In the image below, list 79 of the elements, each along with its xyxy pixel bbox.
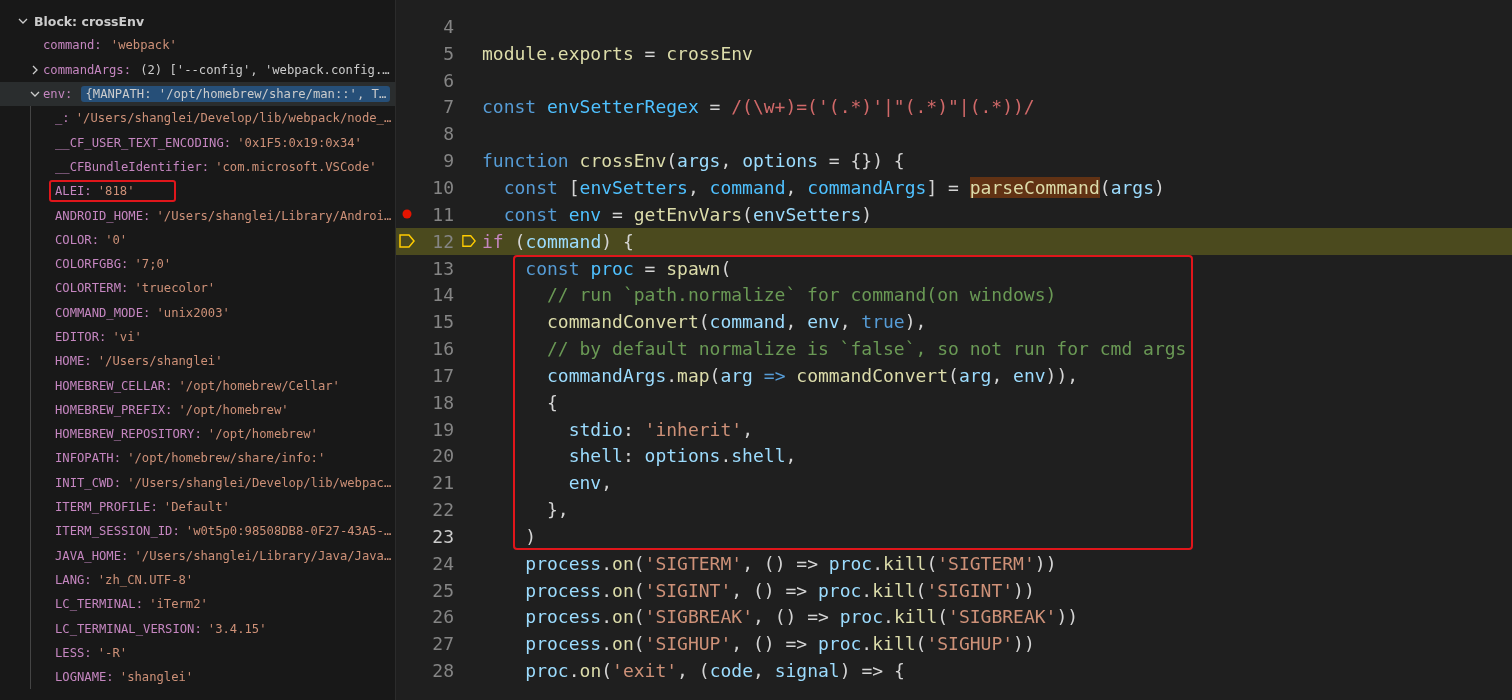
line-number: 15 [431,311,454,333]
variable-row[interactable]: LANG: 'zh_CN.UTF-8' [49,568,200,591]
debug-pointer-icon [399,234,415,249]
code-line: }, [546,499,569,521]
variable-row[interactable]: HOMEBREW_PREFIX: '/opt/homebrew' [49,398,295,421]
line-number: 26 [431,606,454,628]
line-number: 21 [431,472,454,494]
code-line: // by default normalize is `false`, so not run for cmd args [546,338,1187,360]
line-number: 14 [431,284,454,306]
variable-row[interactable]: HOMEBREW_CELLAR: '/opt/homebrew/Cellar' [49,374,346,397]
variable-row[interactable]: ITERM_SESSION_ID: 'w0t5p0:98508DB8-0F27-43A5-… [49,520,398,543]
scope-row[interactable]: Block: crossEnv [0,9,395,34]
code-line: const [envSetters, command, commandArgs] = parseCommand(args) [502,177,1165,198]
line-number: 24 [431,552,454,574]
variable-row[interactable]: COLORFGBG: '7;0' [49,253,178,276]
code-line: { [546,391,558,413]
code-line: env, [567,472,613,494]
code-line: process.on('SIGHUP', () => proc.kill('SIGHUP')) [524,633,1035,655]
variable-row[interactable]: JAVA_HOME: '/Users/shanglei/Library/Java/Java… [49,544,398,567]
code-line: commandConvert(command, env, true), [546,311,927,333]
line-number: 10 [431,177,454,198]
line-number: 6 [442,69,454,91]
variable-row[interactable]: env: {MANPATH: '/opt/homebrew/share/man::', T… [0,81,395,107]
variable-row[interactable]: __CFBundleIdentifier: 'com.microsoft.VSCode' [49,155,383,178]
variable-row[interactable]: INIT_CWD: '/Users/shanglei/Develop/lib/webpac… [49,471,398,494]
variable-row[interactable]: LC_TERMINAL: 'iTerm2' [49,593,214,616]
line-number: 23 [431,525,454,547]
code-line: const env = getEnvVars(envSetters) [502,203,873,225]
debug-pointer-icon [462,234,476,249]
code-line: commandArgs.map(arg => commandConvert(arg, env)), [546,364,1079,386]
line-number: 11 [431,203,454,225]
variable-row[interactable]: __CF_USER_TEXT_ENCODING: '0x1F5:0x19:0x34' [49,131,368,154]
line-number: 16 [431,338,454,360]
code-line: stdio: 'inherit', [567,418,753,440]
line-number: 22 [431,499,454,521]
line-number: 9 [442,150,454,172]
breakpoint-icon[interactable] [402,209,412,220]
variable-row[interactable]: COMMAND_MODE: 'unix2003' [49,301,236,324]
code-line: function crossEnv(args, options = {}) { [482,150,905,172]
code-line: const proc = spawn( [524,257,732,279]
code-line: const envSetterRegex = /(\w+)=('(.*)'|"(.*)"|(.*))/ [482,96,1035,118]
line-number: 7 [442,96,454,118]
line-number: 25 [431,579,454,601]
line-number: 4 [442,15,454,37]
code-line: ) [524,525,537,547]
variable-row[interactable]: HOME: '/Users/shanglei' [49,350,229,373]
variable-row[interactable]: ITERM_PROFILE: 'Default' [49,496,236,519]
code-line: // run `path.normalize` for command(on windows) [546,284,1057,306]
chevron-right-icon [30,64,40,75]
code-line: process.on('SIGBREAK', () => proc.kill('SIGBREAK')) [524,606,1079,628]
variable-row[interactable]: LESS: '-R' [49,641,134,664]
line-number: 28 [431,660,454,682]
variable-row[interactable]: LC_TERMINAL_VERSION: '3.4.15' [49,617,273,640]
code-line: shell: options.shell, [567,445,797,467]
line-number: 13 [431,257,454,279]
line-number: 20 [431,445,454,467]
variable-row[interactable]: commandArgs: (2) ['--config', 'webpack.config.… [0,57,395,82]
variable-row[interactable]: HOMEBREW_REPOSITORY: '/opt/homebrew' [49,423,324,446]
line-number: 17 [431,364,454,386]
line-number: 8 [442,123,454,145]
variable-row[interactable]: command: 'webpack' [0,33,395,58]
code-line: process.on('SIGTERM', () => proc.kill('SIGTERM')) [524,552,1057,574]
code-line: module.exports = crossEnv [482,42,753,64]
line-number: 19 [431,418,454,440]
line-number: 12 [431,230,454,252]
variable-row[interactable]: COLOR: '0' [49,228,134,251]
variable-row[interactable]: EDITOR: 'vi' [49,326,148,348]
variable-row[interactable]: LOGNAME: 'shanglei' [49,666,200,689]
variable-row[interactable]: _: '/Users/shanglei/Develop/lib/webpack/node_… [49,107,398,130]
variable-row[interactable]: COLORTERM: 'truecolor' [49,277,222,300]
variable-row[interactable]: INFOPATH: '/opt/homebrew/share/info:' [49,447,332,470]
line-number: 18 [431,391,454,413]
variable-row[interactable]: ANDROID_HOME: '/Users/shanglei/Library/Androi… [49,204,398,227]
line-number: 27 [431,633,454,655]
line-number: 5 [442,42,454,64]
code-line: if (command) { [482,230,634,252]
code-line: proc.on('exit', (code, signal) => { [524,660,905,682]
variable-row[interactable]: ALEI: '818' [49,180,177,203]
code-line: process.on('SIGINT', () => proc.kill('SIGINT')) [524,579,1035,601]
